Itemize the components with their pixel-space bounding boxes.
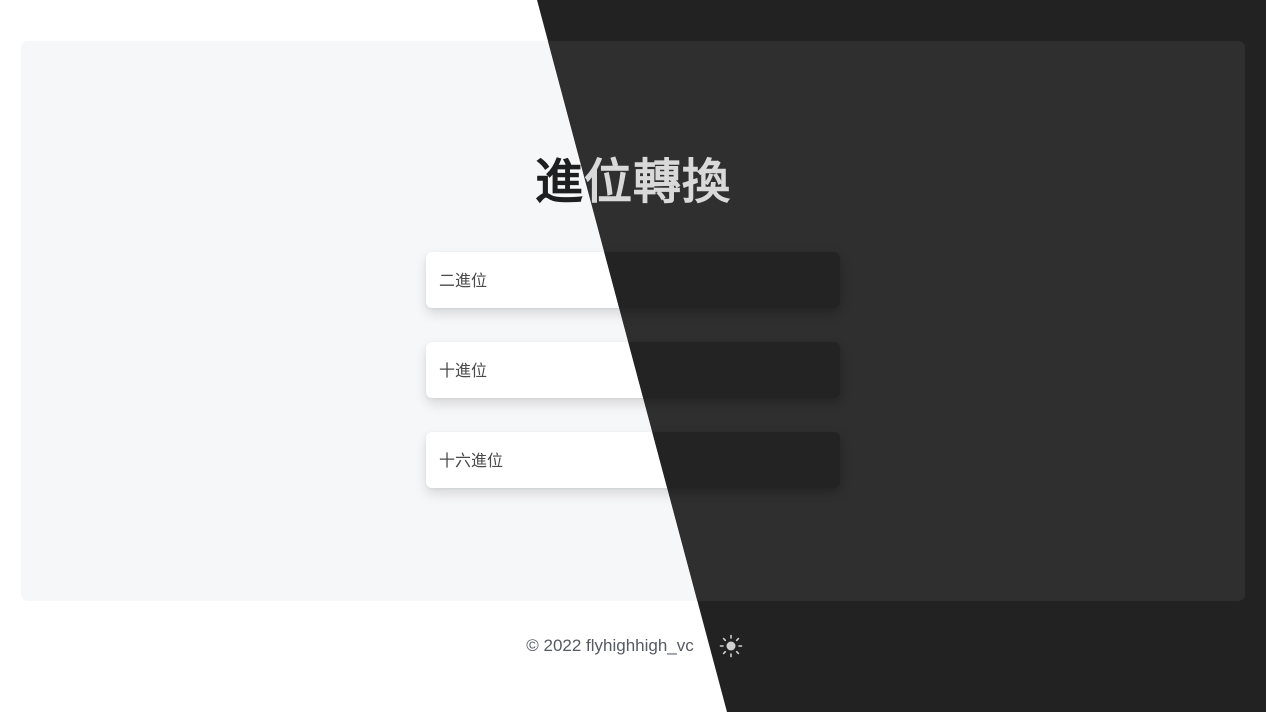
sun-icon [719, 634, 743, 658]
copyright-text: © 2022 flyhighhigh_vc [526, 636, 694, 655]
theme-toggle-button-dark[interactable] [718, 633, 744, 659]
